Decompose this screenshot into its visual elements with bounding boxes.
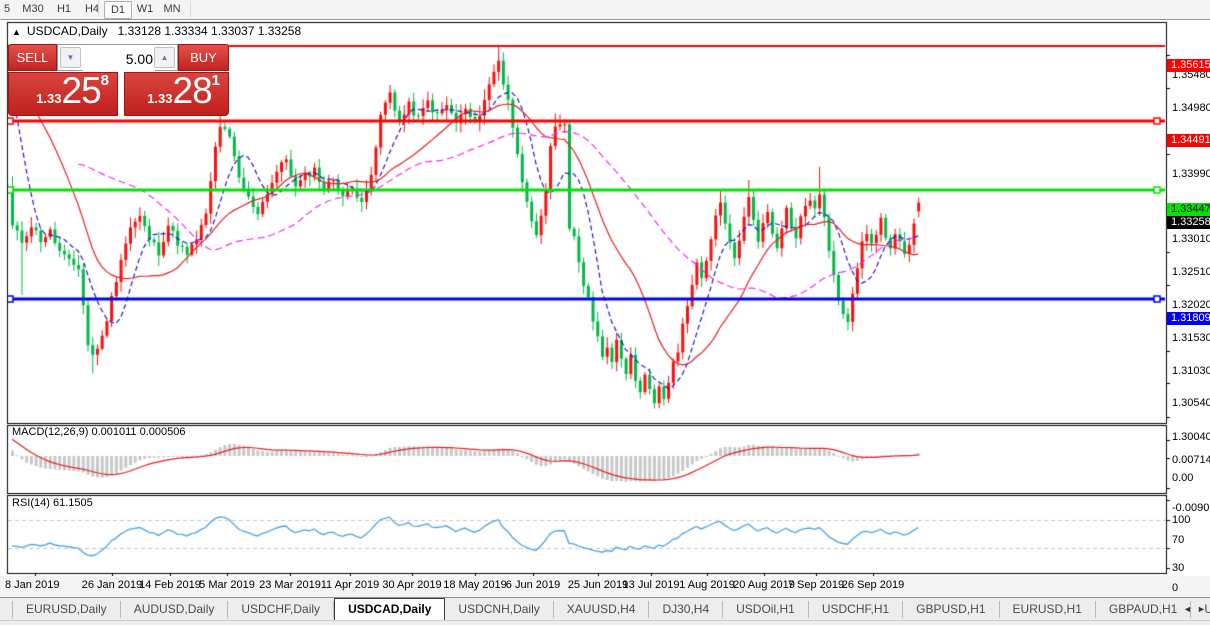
date-axis-label: 25 Jun 2019 xyxy=(568,579,629,591)
macd-axis-tick: 0.00 xyxy=(1172,472,1193,484)
price-axis-tick: 1.33990 xyxy=(1172,168,1210,180)
timeframe-button-h4[interactable]: H4 xyxy=(80,1,104,17)
tab-audusd-daily[interactable]: AUDUSD,Daily xyxy=(121,601,229,618)
tab-scroll-right-icon[interactable]: ► xyxy=(1197,604,1206,614)
price-level-badge: 1.35615 xyxy=(1167,59,1210,72)
chart-symbol-label: USDCAD,Daily xyxy=(27,24,108,38)
date-axis[interactable]: 8 Jan 2019 26 Jan 201914 Feb 20195 Mar 20… xyxy=(0,576,1210,597)
macd-indicator-label: MACD(12,26,9) 0.001011 0.000506 xyxy=(12,426,185,438)
chart-ohlc-values: 1.33128 1.33334 1.33037 1.33258 xyxy=(118,24,302,38)
buy-price-display[interactable]: 1.33281 xyxy=(124,72,229,116)
date-axis-label: 26 Jan 2019 xyxy=(82,579,143,591)
sell-price-prefix: 1.33 xyxy=(36,91,61,106)
price-axis-tick: 1.31030 xyxy=(1172,365,1210,377)
date-axis-label: 8 Jan 2019 xyxy=(5,579,59,591)
tab-usdchf-h1[interactable]: USDCHF,H1 xyxy=(809,601,903,618)
one-click-panel-toggle-icon[interactable]: ▲ xyxy=(12,27,21,37)
tab-usdoil-h1[interactable]: USDOil,H1 xyxy=(723,601,809,618)
date-axis-label: 13 Jul 2019 xyxy=(623,579,680,591)
chart-title: ▲ USDCAD,Daily 1.33128 1.33334 1.33037 1.3… xyxy=(12,24,301,38)
buy-price-pip: 1 xyxy=(212,72,220,89)
rsi-axis-tick: 0 xyxy=(1172,582,1178,594)
tab-xauusd-h4[interactable]: XAUUSD,H4 xyxy=(554,601,650,618)
timeframe-button-h1[interactable]: H1 xyxy=(52,1,76,17)
tab-gbpusd-h1[interactable]: GBPUSD,H1 xyxy=(903,601,999,618)
date-axis-label: 26 Sep 2019 xyxy=(842,579,904,591)
date-axis-label: 20 Aug 2019 xyxy=(733,579,795,591)
buy-price-prefix: 1.33 xyxy=(147,91,172,106)
date-axis-label: 18 May 2019 xyxy=(443,579,507,591)
timeframe-button-w1[interactable]: W1 xyxy=(132,1,158,17)
chart-window: ▲ USDCAD,Daily 1.33128 1.33334 1.33037 1.3… xyxy=(0,20,1210,625)
tab-gbpaud-h1[interactable]: GBPAUD,H1 xyxy=(1096,601,1191,618)
volume-input[interactable] xyxy=(83,46,155,71)
toolbar-separator xyxy=(190,1,191,17)
date-axis-label: 5 Mar 2019 xyxy=(199,579,255,591)
sell-price-big: 25 xyxy=(62,72,101,111)
macd-axis-tick: 0.00714 xyxy=(1172,454,1210,466)
price-axis-tick: 1.31530 xyxy=(1172,332,1210,344)
timeframe-button-d1[interactable]: D1 xyxy=(104,1,132,19)
bottom-strip xyxy=(0,620,1210,625)
volume-spinbox: ▼ ▲ xyxy=(57,44,178,71)
chart-tab-bar: EURUSD,DailyAUDUSD,DailyUSDCHF,DailyUSDC… xyxy=(0,597,1210,620)
trade-panel-top-row: SELL ▼ ▲ BUY xyxy=(8,44,229,71)
timeframe-button-m30[interactable]: M30 xyxy=(18,1,48,17)
tab-scroll-left-icon[interactable]: ◄ xyxy=(1183,604,1192,614)
timeframe-button-5[interactable]: 5 xyxy=(2,1,12,17)
rsi-indicator-label: RSI(14) 61.1505 xyxy=(12,497,93,509)
sell-button[interactable]: SELL xyxy=(8,44,57,71)
rsi-axis-tick: 30 xyxy=(1172,562,1184,574)
sell-price-display[interactable]: 1.33258 xyxy=(8,72,118,116)
trade-panel-price-row: 1.33258 1.33281 xyxy=(8,72,229,116)
price-level-badge: 1.33258 xyxy=(1167,216,1210,229)
price-axis-tick: 1.34980 xyxy=(1172,102,1210,114)
rsi-axis-tick: 70 xyxy=(1172,534,1184,546)
date-axis-label: 14 Feb 2019 xyxy=(139,579,201,591)
timeframe-toolbar: 5 M30H1H4D1W1MN xyxy=(0,0,1210,20)
price-axis-tick: 1.30540 xyxy=(1172,397,1210,409)
macd-axis-tick: -0.009015 xyxy=(1172,502,1210,514)
rsi-axis-tick: 100 xyxy=(1172,514,1190,526)
tab-usdcnh-daily[interactable]: USDCNH,Daily xyxy=(445,601,553,618)
sell-price-pip: 8 xyxy=(101,72,109,89)
volume-increase-button[interactable]: ▲ xyxy=(154,47,175,68)
volume-decrease-button[interactable]: ▼ xyxy=(60,47,81,68)
tab-eurusd-daily[interactable]: EURUSD,Daily xyxy=(12,601,121,618)
trading-platform-window: 5M30H1H4D1W1MN ▲USDCAD,Daily1.33128 1.33… xyxy=(0,0,1210,625)
buy-price-big: 28 xyxy=(173,72,212,111)
tab-eurusd-h1[interactable]: EURUSD,H1 xyxy=(1000,601,1096,618)
price-axis-tick: 1.33010 xyxy=(1172,233,1210,245)
tab-dj30-h4[interactable]: DJ30,H4 xyxy=(649,601,723,618)
date-axis-label: 6 Jun 2019 xyxy=(506,579,560,591)
date-axis-label: 23 Mar 2019 xyxy=(259,579,321,591)
price-axis-tick: 1.30040 xyxy=(1172,431,1210,443)
date-axis-label: 7 Sep 2019 xyxy=(788,579,844,591)
price-level-badge: 1.33447 xyxy=(1167,203,1210,216)
toolbar-separator xyxy=(98,1,99,17)
price-axis-tick: 1.32020 xyxy=(1172,299,1210,311)
price-level-badge: 1.31809 xyxy=(1167,312,1210,325)
tab-usdcad-daily[interactable]: USDCAD,Daily xyxy=(334,598,445,620)
tab-usdchf-daily[interactable]: USDCHF,Daily xyxy=(228,601,334,618)
timeframe-button-mn[interactable]: MN xyxy=(158,1,186,17)
date-axis-label: 1 Aug 2019 xyxy=(679,579,735,591)
buy-button[interactable]: BUY xyxy=(178,44,229,71)
one-click-trading-panel: SELL ▼ ▲ BUY 1.33258 1.33281 xyxy=(8,44,229,116)
date-axis-label: 30 Apr 2019 xyxy=(382,579,441,591)
price-axis-tick: 1.32510 xyxy=(1172,266,1210,278)
price-level-badge: 1.34491 xyxy=(1167,134,1210,147)
date-axis-label: 11 Apr 2019 xyxy=(321,579,380,591)
